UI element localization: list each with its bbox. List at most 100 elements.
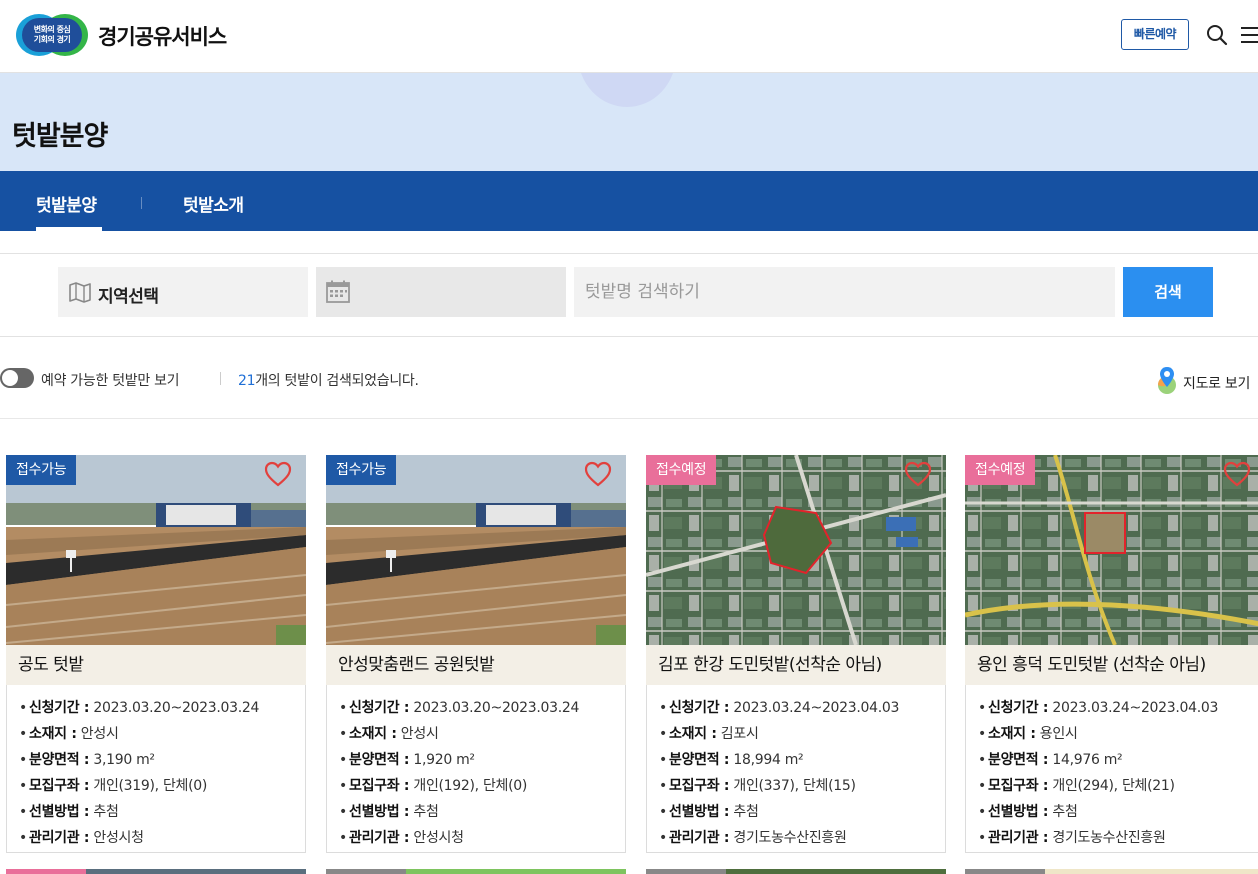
label-area: 분양면적 :: [669, 752, 730, 768]
tab-divider: [141, 197, 142, 209]
info-method: • 선별방법 : 추첨: [978, 804, 1078, 820]
label-method: 선별방법 :: [29, 804, 90, 820]
decorative-blob: [578, 73, 676, 107]
heart-icon[interactable]: [264, 461, 292, 487]
date-picker[interactable]: [316, 267, 566, 317]
label-location: 소재지 :: [669, 726, 717, 742]
label-agency: 관리기관 :: [349, 830, 410, 846]
info-period: • 신청기간 : 2023.03.20~2023.03.24: [19, 700, 260, 716]
info-recruit: • 모집구좌 : 개인(294), 단체(21): [978, 778, 1175, 794]
info-agency: • 관리기관 : 안성시청: [339, 830, 464, 846]
map-view-label: 지도로 보기: [1183, 376, 1251, 392]
info-period: • 신청기간 : 2023.03.24~2023.04.03: [978, 700, 1219, 716]
logo[interactable]: 변화의 중심 기회의 경기: [16, 14, 88, 56]
info-recruit: • 모집구좌 : 개인(192), 단체(0): [339, 778, 528, 794]
label-method: 선별방법 :: [349, 804, 410, 820]
value-area: 1,920 m²: [413, 752, 475, 768]
garden-title[interactable]: 안성맞춤랜드 공원텃밭: [326, 645, 626, 685]
page-title: 텃밭분양: [12, 121, 108, 152]
value-period: 2023.03.24~2023.04.03: [1052, 700, 1219, 716]
tab-introduction[interactable]: 텃밭소개: [183, 191, 244, 216]
info-agency: • 관리기관 : 경기도농수산진흥원: [978, 830, 1166, 846]
label-recruit: 모집구좌 :: [29, 778, 90, 794]
map-icon: [69, 282, 91, 303]
label-method: 선별방법 :: [669, 804, 730, 820]
search-button[interactable]: 검색: [1123, 267, 1213, 317]
label-method: 선별방법 :: [988, 804, 1049, 820]
value-method: 추첨: [1052, 804, 1078, 820]
value-method: 추첨: [93, 804, 119, 820]
tab-allotment[interactable]: 텃밭분양: [36, 191, 97, 216]
site-header: 변화의 중심 기회의 경기 경기공유서비스 빠른예약: [0, 0, 1258, 73]
info-method: • 선별방법 : 추첨: [659, 804, 759, 820]
label-recruit: 모집구좌 :: [988, 778, 1049, 794]
filter-divider: [220, 372, 221, 385]
info-location: • 소재지 : 안성시: [19, 726, 119, 742]
available-only-toggle[interactable]: [0, 368, 34, 388]
result-suffix: 개의 텃밭이 검색되었습니다.: [255, 373, 419, 389]
status-badge: 접수예정: [965, 455, 1036, 485]
label-period: 신청기간 :: [29, 700, 90, 716]
next-card-peek: [6, 864, 306, 874]
label-area: 분양면적 :: [349, 752, 410, 768]
label-agency: 관리기관 :: [988, 830, 1049, 846]
garden-title[interactable]: 김포 한강 도민텃밭(선착순 아님): [646, 645, 946, 685]
label-location: 소재지 :: [29, 726, 77, 742]
heart-icon[interactable]: [904, 461, 932, 487]
value-area: 18,994 m²: [733, 752, 804, 768]
label-location: 소재지 :: [988, 726, 1036, 742]
value-agency: 안성시청: [93, 830, 144, 846]
info-method: • 선별방법 : 추첨: [19, 804, 119, 820]
label-recruit: 모집구좌 :: [349, 778, 410, 794]
result-count-text: 21개의 텃밭이 검색되었습니다.: [238, 370, 419, 390]
garden-name-search-input[interactable]: [574, 267, 1115, 317]
garden-card[interactable]: 접수가능 안성맞춤랜드 공원텃밭 • 신청기간 : 2023.03.20~2023…: [326, 455, 626, 853]
label-agency: 관리기관 :: [669, 830, 730, 846]
available-only-label: 예약 가능한 텃밭만 보기: [41, 373, 180, 389]
garden-title[interactable]: 용인 흥덕 도민텃밭 (선착순 아님): [965, 645, 1258, 685]
status-badge: 접수가능: [6, 455, 77, 485]
label-period: 신청기간 :: [349, 700, 410, 716]
info-location: • 소재지 : 안성시: [339, 726, 439, 742]
calendar-icon: [326, 280, 350, 303]
logo-line-2: 기회의 경기: [33, 35, 71, 44]
value-method: 추첨: [413, 804, 439, 820]
region-select-label: 지역선택: [98, 287, 159, 307]
garden-info: • 신청기간 : 2023.03.20~2023.03.24 • 소재지 : 안성시…: [326, 685, 626, 853]
info-method: • 선별방법 : 추첨: [339, 804, 439, 820]
map-pin-icon: [1158, 367, 1176, 394]
quick-reserve-button[interactable]: 빠른예약: [1121, 19, 1189, 50]
info-period: • 신청기간 : 2023.03.20~2023.03.24: [339, 700, 580, 716]
info-area: • 분양면적 : 14,976 m²: [978, 752, 1123, 768]
value-period: 2023.03.24~2023.04.03: [733, 700, 900, 716]
value-recruit: 개인(319), 단체(0): [93, 778, 208, 794]
info-agency: • 관리기관 : 안성시청: [19, 830, 144, 846]
value-location: 안성시: [80, 726, 119, 742]
garden-card[interactable]: 접수예정 김포 한강 도민텃밭(선착순 아님) • 신청기간 : 2023.03.…: [646, 455, 946, 853]
value-recruit: 개인(294), 단체(21): [1052, 778, 1175, 794]
garden-title[interactable]: 공도 텃밭: [6, 645, 306, 685]
value-method: 추첨: [733, 804, 759, 820]
garden-card[interactable]: 접수가능 공도 텃밭 • 신청기간 : 2023.03.20~2023.03.24…: [6, 455, 306, 853]
info-area: • 분양면적 : 18,994 m²: [659, 752, 804, 768]
value-location: 안성시: [400, 726, 439, 742]
info-recruit: • 모집구좌 : 개인(337), 단체(15): [659, 778, 856, 794]
heart-icon[interactable]: [584, 461, 612, 487]
next-card-peek: [326, 864, 626, 874]
garden-card[interactable]: 접수예정 용인 흥덕 도민텃밭 (선착순 아님) • 신청기간 : 2023.03…: [965, 455, 1258, 853]
value-period: 2023.03.20~2023.03.24: [93, 700, 260, 716]
value-agency: 경기도농수산진흥원: [1052, 830, 1166, 846]
garden-info: • 신청기간 : 2023.03.20~2023.03.24 • 소재지 : 안성시…: [6, 685, 306, 853]
garden-info: • 신청기간 : 2023.03.24~2023.04.03 • 소재지 : 용인시…: [965, 685, 1258, 853]
heart-icon[interactable]: [1223, 461, 1251, 487]
region-select[interactable]: 지역선택: [58, 267, 308, 317]
info-agency: • 관리기관 : 경기도농수산진흥원: [659, 830, 847, 846]
search-icon[interactable]: [1206, 24, 1228, 46]
brand-name[interactable]: 경기공유서비스: [98, 21, 227, 51]
value-area: 3,190 m²: [93, 752, 155, 768]
tab-bar: 텃밭분양 텃밭소개: [0, 171, 1258, 231]
status-badge: 접수예정: [646, 455, 717, 485]
label-period: 신청기간 :: [669, 700, 730, 716]
menu-icon[interactable]: [1240, 25, 1258, 45]
value-location: 김포시: [720, 726, 759, 742]
